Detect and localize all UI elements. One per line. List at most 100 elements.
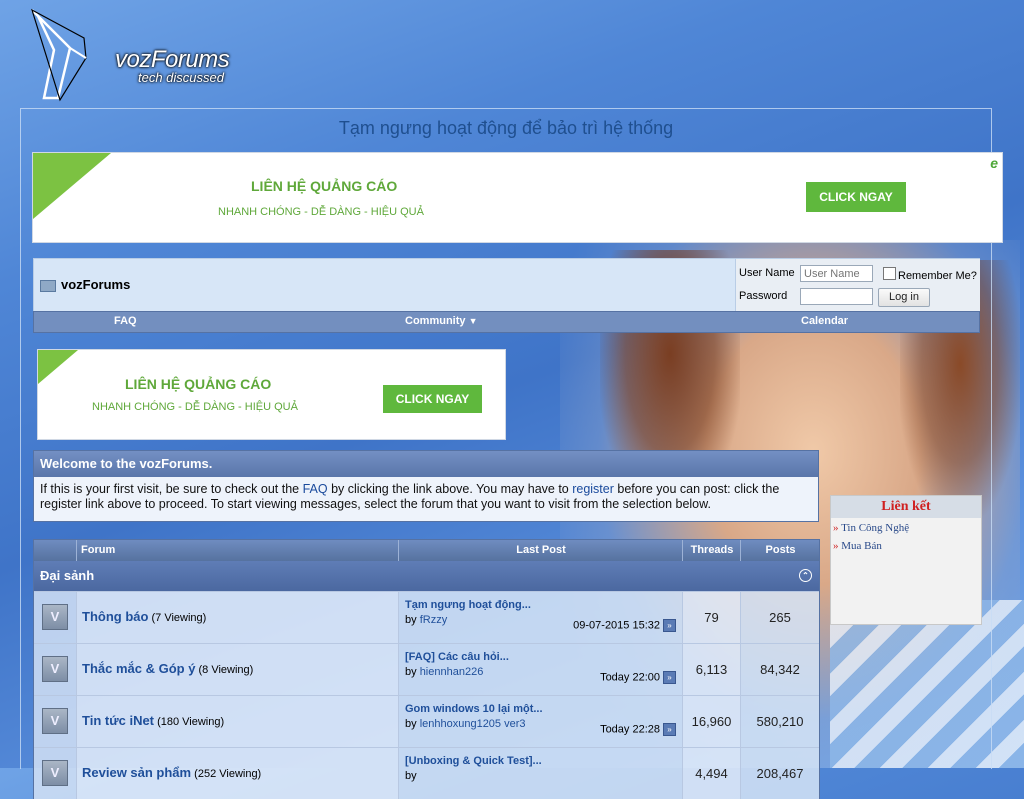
forum-title-link[interactable]: Review sản phẩm (252 Viewing) bbox=[82, 765, 261, 780]
logo-tagline: tech discussed bbox=[138, 70, 224, 85]
last-post-date: Today 22:00» bbox=[600, 671, 676, 684]
forum-name-cell: Tin tức iNet (180 Viewing) bbox=[77, 696, 399, 747]
last-post-cell: Gom windows 10 lại một... by lenhhoxung12… bbox=[399, 696, 683, 747]
forum-name-cell: Thắc mắc & Góp ý (8 Viewing) bbox=[77, 644, 399, 695]
column-header-last-post: Last Post bbox=[398, 540, 683, 561]
chevron-down-icon: ▼ bbox=[468, 316, 478, 326]
ad-corner-decor bbox=[33, 153, 111, 219]
sidebar-item-label: Tin Công Nghệ bbox=[841, 522, 910, 534]
last-post-cell: Tạm ngưng hoạt động... by fRzzy 09-07-2015… bbox=[399, 592, 683, 643]
sidebar-item-label: Mua Bán bbox=[841, 540, 882, 552]
site-logo[interactable]: vozForums tech discussed bbox=[30, 8, 230, 103]
forum-viewing-count: (7 Viewing) bbox=[148, 612, 207, 624]
menu-community-label: Community bbox=[405, 315, 466, 327]
ad-click-button[interactable]: CLICK NGAY bbox=[383, 385, 482, 413]
last-post-title-link[interactable]: [Unboxing & Quick Test]... bbox=[405, 755, 542, 767]
last-post-cell: [Unboxing & Quick Test]... by bbox=[399, 748, 683, 799]
welcome-text: If this is your first visit, be sure to … bbox=[34, 477, 818, 521]
last-post-cell: [FAQ] Các câu hỏi... by hiennhan226 Today … bbox=[399, 644, 683, 695]
register-link[interactable]: register bbox=[572, 482, 614, 496]
forum-table: Forum Last Post Threads Posts Đại sảnh ⌃… bbox=[33, 539, 820, 799]
ad-banner-middle[interactable]: LIÊN HỆ QUẢNG CÁO NHANH CHÓNG - DỄ DÀNG … bbox=[37, 349, 506, 440]
column-header-posts: Posts bbox=[740, 540, 820, 561]
go-to-post-icon[interactable]: » bbox=[663, 723, 676, 736]
last-post-user-link[interactable]: fRzzy bbox=[420, 614, 448, 626]
post-count: 84,342 bbox=[741, 644, 819, 695]
ad-subline: NHANH CHÓNG - DỄ DÀNG - HIỆU QUẢ bbox=[92, 401, 298, 413]
navbar: vozForums User Name Remember Me? Passwor… bbox=[33, 258, 980, 312]
last-post-user-link[interactable]: hiennhan226 bbox=[420, 666, 484, 678]
post-count: 265 bbox=[741, 592, 819, 643]
last-post-title-link[interactable]: Tạm ngưng hoạt động... bbox=[405, 599, 531, 611]
ad-subline: NHANH CHÓNG - DỄ DÀNG - HIỆU QUẢ bbox=[218, 206, 424, 218]
thread-count: 16,960 bbox=[683, 696, 741, 747]
welcome-title: Welcome to the vozForums. bbox=[34, 451, 818, 477]
post-count: 580,210 bbox=[741, 696, 819, 747]
forum-viewing-count: (180 Viewing) bbox=[154, 716, 225, 728]
last-post-title-link[interactable]: [FAQ] Các câu hỏi... bbox=[405, 651, 509, 663]
sidebar-item-tin-cong-nghe[interactable]: » Tin Công Nghệ bbox=[831, 518, 981, 536]
forum-title-link[interactable]: Thông báo (7 Viewing) bbox=[82, 609, 206, 624]
last-post-date: 09-07-2015 15:32» bbox=[573, 619, 676, 632]
menu-calendar[interactable]: Calendar bbox=[801, 315, 848, 327]
remember-checkbox[interactable] bbox=[883, 267, 896, 280]
ad-click-button[interactable]: CLICK NGAY bbox=[806, 182, 906, 212]
forum-row: V Thông báo (7 Viewing) Tạm ngưng hoạt độn… bbox=[34, 591, 819, 643]
navbar-home-link[interactable]: vozForums bbox=[40, 277, 130, 292]
forum-title-link[interactable]: Tin tức iNet (180 Viewing) bbox=[82, 713, 224, 728]
maintenance-notice: Tạm ngưng hoạt động để bảo trì hệ thống bbox=[338, 118, 674, 138]
menu-faq[interactable]: FAQ bbox=[114, 315, 137, 327]
post-count: 208,467 bbox=[741, 748, 819, 799]
go-to-post-icon[interactable]: » bbox=[663, 671, 676, 684]
last-post-author: by bbox=[405, 770, 417, 782]
forum-row: V Tin tức iNet (180 Viewing) Gom windows 1… bbox=[34, 695, 819, 747]
login-button[interactable]: Log in bbox=[878, 288, 930, 307]
forum-row: V Review sản phẩm (252 Viewing) [Unboxing … bbox=[34, 747, 819, 799]
sidebar-title: Liên kết bbox=[831, 496, 981, 518]
category-header: Đại sảnh ⌃ bbox=[34, 561, 819, 591]
thread-count: 6,113 bbox=[683, 644, 741, 695]
column-header-threads: Threads bbox=[682, 540, 741, 561]
forum-status-cell: V bbox=[34, 592, 77, 643]
go-to-post-icon[interactable]: » bbox=[663, 619, 676, 632]
category-title[interactable]: Đại sảnh bbox=[40, 568, 94, 583]
bullet-icon: » bbox=[833, 540, 839, 552]
login-form: User Name Remember Me? Password Log in bbox=[735, 259, 980, 311]
forum-title-link[interactable]: Thắc mắc & Góp ý (8 Viewing) bbox=[82, 661, 253, 676]
welcome-text-part: If this is your first visit, be sure to … bbox=[40, 482, 303, 496]
welcome-box: Welcome to the vozForums. If this is you… bbox=[33, 450, 819, 522]
welcome-text-part: by clicking the link above. You may have… bbox=[327, 482, 573, 496]
password-label: Password bbox=[739, 290, 788, 302]
sidebar-item-mua-ban[interactable]: » Mua Bán bbox=[831, 536, 981, 554]
navbar-title: vozForums bbox=[61, 277, 131, 292]
forum-viewing-count: (8 Viewing) bbox=[195, 664, 254, 676]
menu-bar: FAQ Community ▼ Calendar bbox=[33, 311, 980, 333]
ad-corner-decor bbox=[38, 350, 78, 384]
username-input[interactable] bbox=[800, 265, 873, 282]
menu-community[interactable]: Community ▼ bbox=[405, 315, 477, 327]
last-post-user-link[interactable]: lenhhoxung1205 ver3 bbox=[420, 718, 526, 730]
forum-status-cell: V bbox=[34, 644, 77, 695]
navbits-icon bbox=[40, 279, 56, 292]
forum-viewing-count: (252 Viewing) bbox=[191, 768, 262, 780]
ad-badge-icon: e bbox=[990, 155, 998, 171]
password-input[interactable] bbox=[800, 288, 873, 305]
forum-status-icon: V bbox=[42, 656, 68, 682]
column-header-forum: Forum bbox=[76, 540, 399, 561]
forum-status-icon: V bbox=[42, 708, 68, 734]
forum-status-icon: V bbox=[42, 760, 68, 786]
forum-status-icon: V bbox=[42, 604, 68, 630]
ad-banner-top[interactable]: LIÊN HỆ QUẢNG CÁO NHANH CHÓNG - DỄ DÀNG … bbox=[32, 152, 1003, 243]
last-post-title-link[interactable]: Gom windows 10 lại một... bbox=[405, 703, 543, 715]
thread-count: 79 bbox=[683, 592, 741, 643]
ad-headline: LIÊN HỆ QUẢNG CÁO bbox=[125, 376, 272, 392]
last-post-date: Today 22:28» bbox=[600, 723, 676, 736]
faq-link[interactable]: FAQ bbox=[303, 482, 328, 496]
bullet-icon: » bbox=[833, 522, 839, 534]
collapse-icon[interactable]: ⌃ bbox=[799, 569, 812, 582]
last-post-author: by lenhhoxung1205 ver3 bbox=[405, 718, 526, 730]
forum-status-cell: V bbox=[34, 696, 77, 747]
table-header: Forum Last Post Threads Posts bbox=[34, 540, 819, 561]
forum-status-cell: V bbox=[34, 748, 77, 799]
last-post-author: by hiennhan226 bbox=[405, 666, 484, 678]
